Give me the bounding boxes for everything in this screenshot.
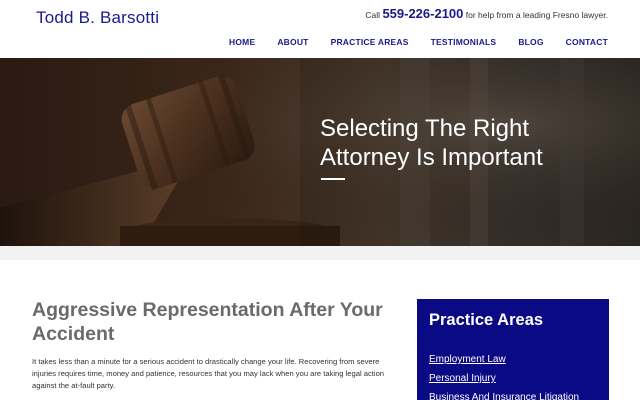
hero-banner: Selecting The Right Attorney Is Importan… — [0, 58, 640, 246]
main-body-text: It takes less than a minute for a seriou… — [32, 357, 385, 390]
main-nav: HOME ABOUT PRACTICE AREAS TESTIMONIALS B… — [207, 37, 608, 47]
hero-divider — [321, 178, 345, 180]
practice-link-employment-law[interactable]: Employment Law — [429, 354, 506, 365]
phone-link[interactable]: 559-226-2100 — [382, 6, 463, 21]
site-title-link[interactable]: Todd B. Barsotti — [36, 8, 159, 28]
call-prefix: Call — [365, 10, 381, 20]
main-heading: Aggressive Representation After Your Acc… — [32, 299, 383, 345]
practice-link-business-insurance-litigation[interactable]: Business And Insurance Litigation — [429, 392, 579, 400]
practice-areas-list: Employment Law Personal Injury Business … — [429, 349, 579, 400]
list-item: Personal Injury — [429, 368, 579, 387]
list-item: Employment Law — [429, 349, 579, 368]
nav-about[interactable]: ABOUT — [277, 37, 308, 47]
call-suffix: for help from a leading Fresno lawyer. — [465, 10, 608, 20]
practice-areas-panel: Practice Areas Employment Law Personal I… — [417, 299, 609, 400]
phone-callout: Call 559-226-2100 for help from a leadin… — [365, 6, 608, 21]
practice-link-personal-injury[interactable]: Personal Injury — [429, 373, 496, 384]
section-divider — [0, 246, 640, 260]
nav-home[interactable]: HOME — [229, 37, 255, 47]
practice-areas-title: Practice Areas — [429, 311, 544, 329]
nav-contact[interactable]: CONTACT — [566, 37, 608, 47]
nav-blog[interactable]: BLOG — [518, 37, 543, 47]
nav-testimonials[interactable]: TESTIMONIALS — [431, 37, 497, 47]
hero-title: Selecting The Right Attorney Is Importan… — [320, 115, 543, 171]
page: Todd B. Barsotti Call 559-226-2100 for h… — [0, 0, 640, 400]
nav-practice-areas[interactable]: PRACTICE AREAS — [331, 37, 409, 47]
list-item: Business And Insurance Litigation — [429, 387, 579, 400]
site-header: Todd B. Barsotti Call 559-226-2100 for h… — [0, 0, 640, 58]
